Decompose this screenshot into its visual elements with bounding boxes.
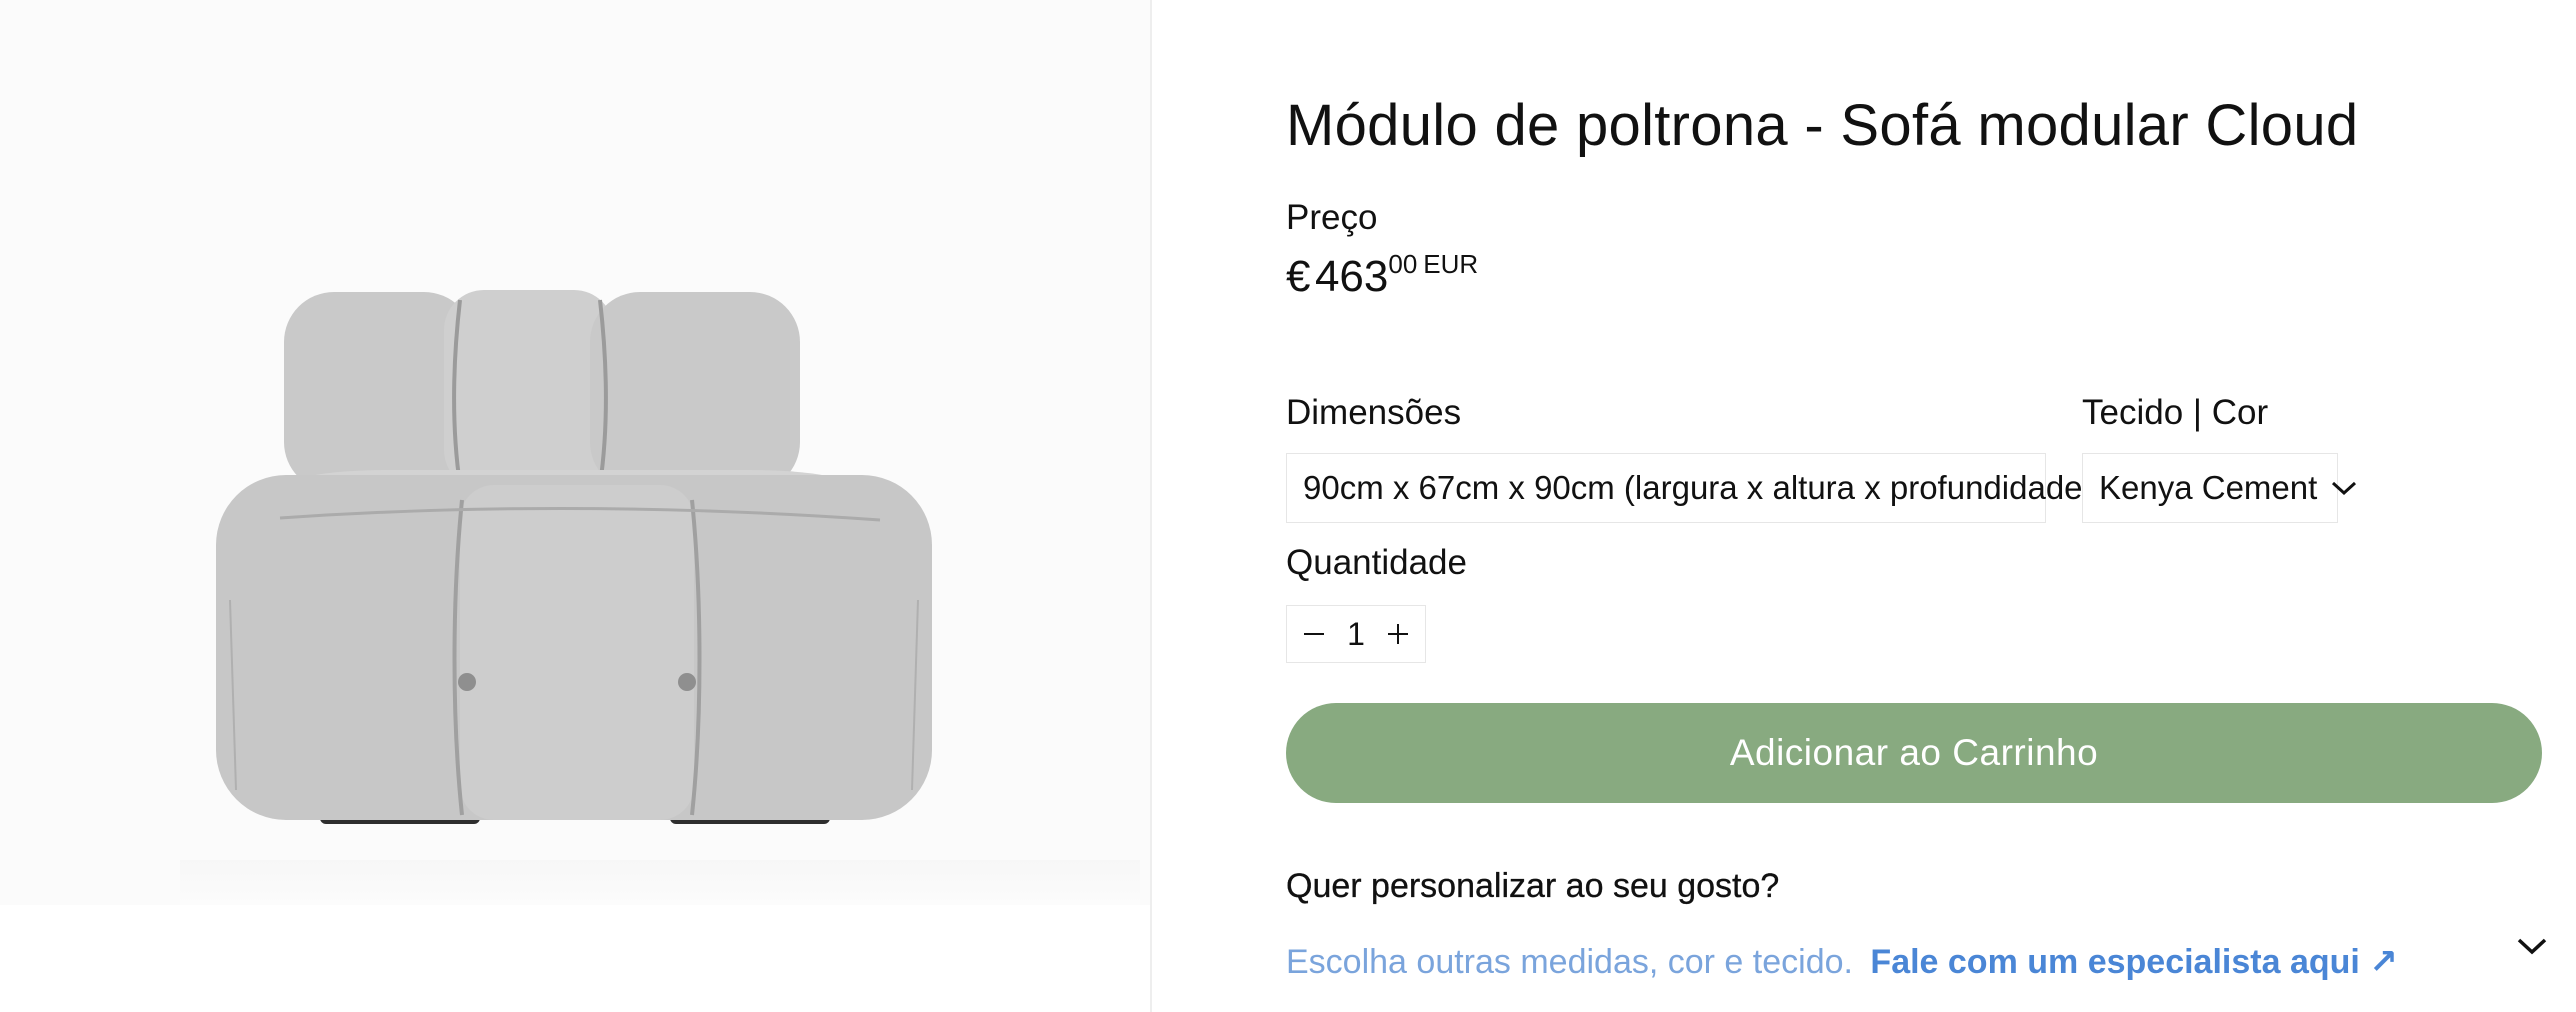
price-cents: 00 — [1388, 249, 1418, 279]
fabric-label: Tecido | Cor — [2082, 393, 2269, 432]
add-to-cart-button[interactable]: Adicionar ao Carrinho — [1286, 703, 2542, 803]
chevron-down-icon — [2331, 480, 2357, 496]
product-details: Módulo de poltrona - Sofá modular Cloud … — [1286, 0, 2556, 1012]
price-amount: 463 — [1314, 252, 1389, 301]
customize-description: Escolha outras medidas, cor e tecido. — [1286, 943, 1853, 981]
quantity-value[interactable]: 1 — [1347, 616, 1365, 653]
specialist-link[interactable]: Fale com um especialista aqui ↗ — [1870, 943, 2397, 981]
minus-icon[interactable] — [1301, 621, 1327, 647]
customize-heading: Quer personalizar ao seu gosto? — [1286, 867, 1780, 905]
product-photo-floor — [180, 860, 1140, 905]
dimensions-select[interactable]: 90cm x 67cm x 90cm (largura x altura x p… — [1286, 453, 2133, 523]
quantity-stepper: 1 — [1286, 605, 1426, 663]
customize-text: Escolha outras medidas, cor e tecido. Fa… — [1286, 942, 2398, 982]
dimensions-label: Dimensões — [1286, 393, 1462, 432]
dimensions-select-value: 90cm x 67cm x 90cm (largura x altura x p… — [1303, 469, 2094, 506]
fabric-select-value: Kenya Cement — [2099, 469, 2318, 506]
product-gallery — [0, 0, 1152, 1012]
price: € 46300 EUR — [1286, 249, 1479, 302]
fabric-select[interactable]: Kenya Cement — [2082, 453, 2357, 523]
quantity-label: Quantidade — [1286, 543, 1467, 582]
price-label: Preço — [1286, 198, 1378, 237]
product-image[interactable] — [190, 270, 950, 850]
plus-icon[interactable] — [1385, 621, 1411, 647]
product-title: Módulo de poltrona - Sofá modular Cloud — [1286, 93, 2359, 158]
price-currency-symbol: € — [1286, 252, 1311, 301]
price-currency-code: EUR — [1423, 249, 1479, 279]
chevron-down-icon[interactable] — [2516, 934, 2548, 958]
